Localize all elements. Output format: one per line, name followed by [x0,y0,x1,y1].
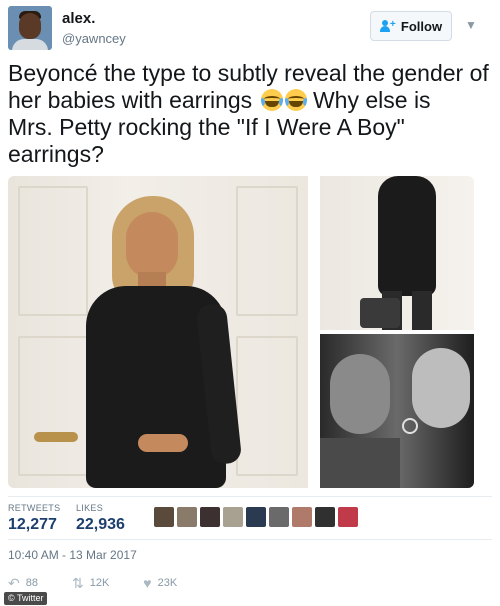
reply-icon: ↶ [8,575,20,591]
liker-avatar[interactable] [154,507,174,527]
photo-top-right[interactable] [320,176,474,330]
tweet-card: alex. @yawncey + Follow ▼ Beyoncé the ty… [0,0,500,606]
likes-label: LIKES [76,503,104,513]
photo-main[interactable] [8,176,308,488]
avatar-face [19,13,41,39]
figure-leg [412,291,432,330]
liker-avatar[interactable] [315,507,335,527]
liker-avatar[interactable] [269,507,289,527]
tweet-timestamp[interactable]: 10:40 AM - 13 Mar 2017 [8,548,137,562]
bw-shirt [320,438,400,488]
liker-avatar[interactable] [177,507,197,527]
retweet-icon: ⇅ [71,575,84,591]
liker-avatar[interactable] [200,507,220,527]
user-handle[interactable]: @yawncey [62,31,126,46]
follow-button[interactable]: + Follow [370,11,452,41]
display-name[interactable]: alex. [62,10,95,27]
source-watermark: © Twitter [4,592,48,605]
retweets-stat[interactable]: RETWEETS 12,277 [8,503,60,534]
tweet-actions: ↶ 88 ⇅ 12K ♥ 23K [8,574,492,592]
reply-button[interactable]: ↶ 88 [8,576,38,590]
liker-avatar[interactable] [246,507,266,527]
handbag [360,298,400,328]
door-panel [236,336,298,476]
like-button[interactable]: ♥ 23K [143,576,177,590]
reply-count: 88 [25,577,38,589]
tweet-text-line: Beyoncé the type to subtly reveal the ge… [8,60,489,86]
tweet-text: Beyoncé the type to subtly reveal the ge… [8,60,492,168]
bw-face [330,354,390,434]
tweet-text-line: earrings? [8,141,104,167]
retweet-button[interactable]: ⇅ 12K [72,576,109,590]
photo-bottom-right[interactable] [320,334,474,488]
liker-avatar[interactable] [292,507,312,527]
tweet-text-segment: Why else is [312,87,431,113]
earring [402,418,418,434]
person-plus-icon: + [379,20,396,32]
tears-of-joy-emoji-icon [284,89,307,111]
figure-hand [138,434,188,452]
follow-button-label: Follow [400,18,443,34]
tears-of-joy-emoji-icon [260,89,283,111]
heart-icon: ♥ [143,575,152,591]
avatar-shirt [12,39,48,50]
retweet-count: 12K [89,577,110,589]
retweets-label: RETWEETS [8,503,61,513]
door-panel [18,186,88,316]
likers-row [154,507,358,529]
tweet-text-line: her babies with earrings Why else is [8,87,492,114]
figure-dress-back [378,176,436,296]
retweets-value: 12,277 [8,516,57,533]
avatar[interactable] [8,6,52,50]
door-panel [18,336,88,476]
tweet-header: alex. @yawncey + Follow ▼ [8,6,492,52]
tweet-stats: RETWEETS 12,277 LIKES 22,936 [8,496,492,540]
figure-face [126,212,178,278]
liker-avatar[interactable] [223,507,243,527]
likes-value: 22,936 [76,516,125,533]
likes-stat[interactable]: LIKES 22,936 [76,503,125,534]
like-count: 23K [157,577,178,589]
tweet-text-line: Mrs. Petty rocking the "If I Were A Boy" [8,114,405,140]
bw-face [412,348,470,428]
tweet-media [8,176,474,488]
door-panel [236,186,298,316]
tweet-text-segment: her babies with earrings [8,87,253,113]
door-knob [34,432,78,442]
chevron-down-icon[interactable]: ▼ [464,18,478,32]
liker-avatar[interactable] [338,507,358,527]
